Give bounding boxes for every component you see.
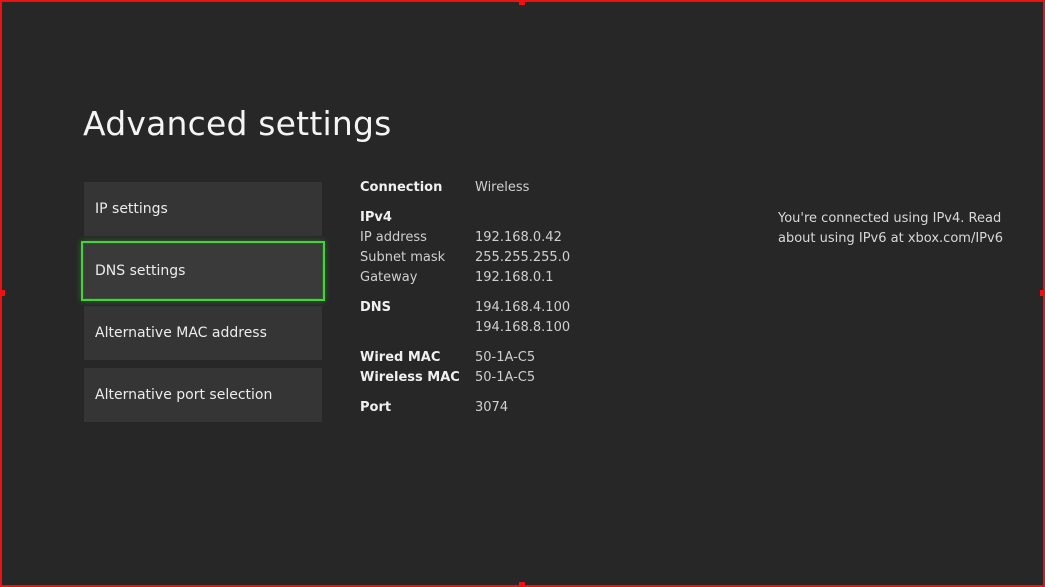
- ip-settings-button[interactable]: IP settings: [84, 182, 322, 236]
- frame-tick-left: [0, 290, 5, 296]
- network-info-panel: Connection Wireless IPv4 IP address 192.…: [360, 178, 570, 418]
- connection-row: Connection Wireless: [360, 178, 570, 198]
- frame-tick-bottom: [519, 582, 525, 587]
- dns-primary-value: 194.168.4.100: [475, 300, 571, 315]
- ip-address-row: IP address 192.168.0.42: [360, 228, 570, 248]
- wireless-mac-value: 50-1A-C5: [475, 370, 536, 385]
- gateway-label: Gateway: [360, 270, 418, 285]
- subnet-mask-row: Subnet mask 255.255.255.0: [360, 248, 570, 268]
- frame-tick-right: [1040, 290, 1045, 296]
- dns-primary-row: DNS 194.168.4.100: [360, 298, 570, 318]
- dns-settings-button[interactable]: DNS settings: [81, 241, 325, 301]
- ipv4-heading-row: IPv4: [360, 208, 570, 228]
- ipv4-label: IPv4: [360, 210, 392, 225]
- subnet-mask-value: 255.255.255.0: [475, 250, 571, 265]
- wired-mac-label: Wired MAC: [360, 350, 441, 365]
- wireless-mac-row: Wireless MAC 50-1A-C5: [360, 368, 570, 388]
- ip-address-value: 192.168.0.42: [475, 230, 562, 245]
- subnet-mask-label: Subnet mask: [360, 250, 446, 265]
- alternative-port-selection-button[interactable]: Alternative port selection: [84, 368, 322, 422]
- wired-mac-row: Wired MAC 50-1A-C5: [360, 348, 570, 368]
- dns-label: DNS: [360, 300, 392, 315]
- connection-label: Connection: [360, 180, 443, 195]
- ipv6-help-text: You're connected using IPv4. Read about …: [778, 211, 1003, 246]
- settings-menu: IP settings DNS settings Alternative MAC…: [81, 182, 325, 430]
- frame-tick-top: [519, 0, 525, 5]
- settings-screen: Advanced settings IP settings DNS settin…: [2, 2, 1043, 585]
- dns-secondary-value: 194.168.8.100: [475, 320, 571, 335]
- gateway-value: 192.168.0.1: [475, 270, 554, 285]
- connection-value: Wireless: [475, 180, 530, 195]
- dns-secondary-row: 194.168.8.100: [360, 318, 570, 338]
- page-title: Advanced settings: [83, 104, 392, 143]
- alternative-mac-address-button[interactable]: Alternative MAC address: [84, 306, 322, 360]
- wireless-mac-label: Wireless MAC: [360, 370, 460, 385]
- wired-mac-value: 50-1A-C5: [475, 350, 536, 365]
- port-value: 3074: [475, 400, 509, 415]
- port-label: Port: [360, 400, 392, 415]
- gateway-row: Gateway 192.168.0.1: [360, 268, 570, 288]
- ip-address-label: IP address: [360, 230, 427, 245]
- port-row: Port 3074: [360, 398, 570, 418]
